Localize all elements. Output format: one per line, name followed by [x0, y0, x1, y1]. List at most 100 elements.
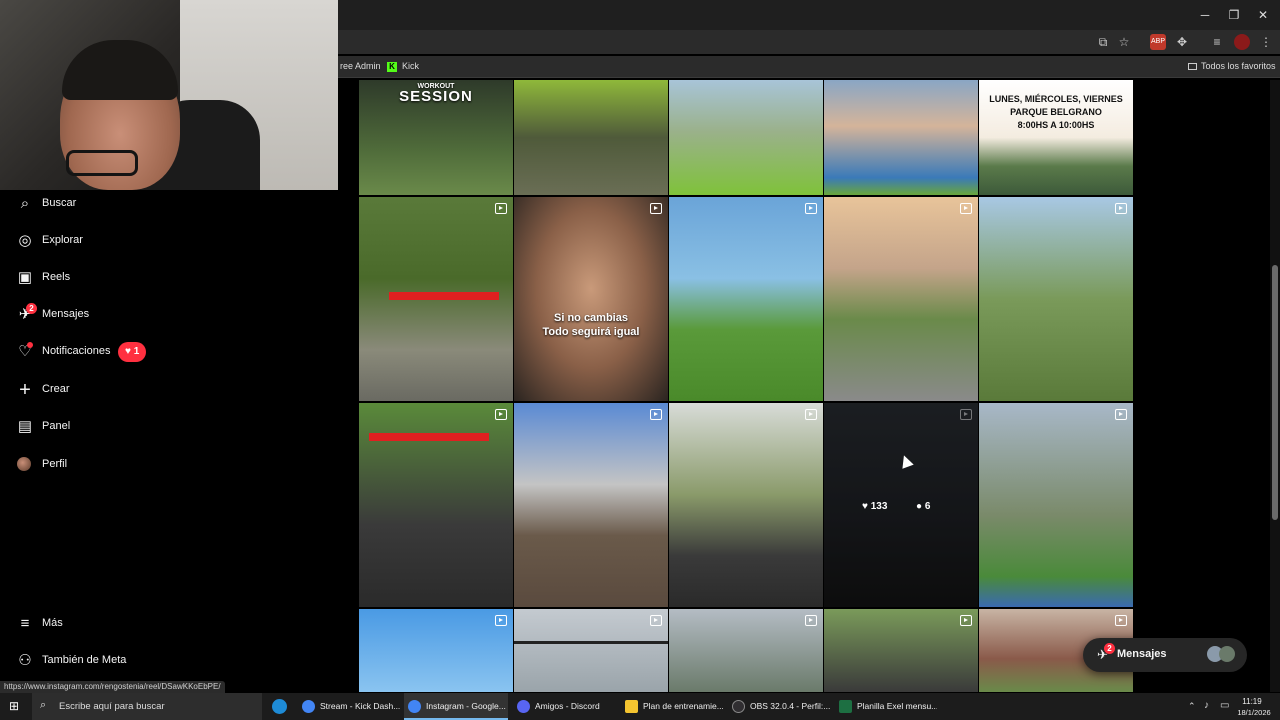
sidebar-item-label: Explorar: [42, 234, 83, 246]
sidebar-item-buscar[interactable]: ⌕ Buscar: [0, 191, 200, 219]
extensions-puzzle-icon[interactable]: ✥: [1174, 34, 1190, 50]
post-tile[interactable]: Si no cambias Todo seguirá igual: [514, 197, 668, 401]
floating-messages-label: Mensajes: [1117, 648, 1167, 660]
bookmark-kick[interactable]: K Kick: [387, 61, 419, 72]
post-tile[interactable]: [514, 80, 668, 195]
reel-icon: [650, 203, 662, 214]
taskbar-item-label: OBS 32.0.4 - Perfil:...: [750, 701, 830, 711]
sidebar-item-label: Perfil: [42, 458, 68, 470]
profile-post-grid: WORKOUT SESSION LUNES, MIÉRCOLES, VIERNE…: [338, 80, 1280, 692]
extension-abp-icon[interactable]: ABP: [1150, 34, 1166, 50]
post-tile[interactable]: [669, 197, 823, 401]
reel-icon: [805, 203, 817, 214]
chevron-up-icon[interactable]: ⌃: [1188, 701, 1196, 712]
tile-caption-line: LUNES, MIÉRCOLES, VIERNES: [989, 94, 1123, 104]
likes-value: 133: [870, 501, 888, 512]
media-controls-icon[interactable]: ≡: [1209, 34, 1225, 50]
post-tile-hovered[interactable]: ♥ 133 ● 6: [824, 403, 978, 607]
taskbar-item-label: Plan de entrenamie...: [643, 701, 723, 711]
sidebar-item-label: Reels: [42, 271, 71, 283]
search-icon: ⌕: [40, 699, 47, 711]
post-tile[interactable]: [979, 197, 1133, 401]
post-tile[interactable]: [359, 197, 513, 401]
excel-icon: [839, 700, 852, 713]
meta-apps-icon: ⚇: [18, 652, 32, 669]
sidebar-item-notificaciones[interactable]: ♡ Notificaciones ♥ 1: [0, 339, 200, 367]
compass-icon: ◎: [18, 232, 32, 249]
taskbar-search[interactable]: ⌕ Escribe aquí para buscar: [32, 693, 262, 720]
all-bookmarks[interactable]: Todos los favoritos: [1188, 61, 1276, 71]
sidebar-item-mas[interactable]: ≡ Más: [0, 611, 200, 639]
minimize-button[interactable]: ─: [1196, 6, 1214, 24]
taskbar-time[interactable]: 11:19: [1236, 697, 1268, 706]
tile-caption-line: PARQUE BELGRANO: [1010, 107, 1102, 117]
tile-caption-line: 8:00HS A 10:00HS: [1017, 120, 1095, 130]
notification-dot: [27, 342, 33, 348]
reel-icon: [960, 203, 972, 214]
taskbar-date[interactable]: 18/1/2026: [1234, 708, 1274, 717]
post-tile[interactable]: [824, 197, 978, 401]
post-tile[interactable]: WORKOUT SESSION: [359, 80, 513, 195]
taskbar-item-kick[interactable]: Stream - Kick Dash...: [298, 693, 400, 720]
folder-icon: [625, 700, 638, 713]
post-tile[interactable]: [359, 403, 513, 607]
taskbar-item-discord[interactable]: Amigos - Discord: [513, 693, 617, 720]
sidebar-item-label: Mensajes: [42, 308, 90, 320]
install-app-icon[interactable]: ⧉: [1095, 34, 1111, 50]
post-tile[interactable]: [514, 609, 668, 692]
post-tile[interactable]: [824, 80, 978, 195]
comments-value: 6: [924, 501, 931, 512]
bookmark-star-icon[interactable]: ☆: [1116, 34, 1132, 50]
post-tile[interactable]: [669, 80, 823, 195]
maximize-button[interactable]: ❐: [1225, 6, 1243, 24]
tile-bar: [369, 433, 489, 441]
search-icon: ⌕: [20, 195, 30, 212]
kick-icon: K: [387, 61, 397, 72]
post-tile[interactable]: [514, 403, 668, 607]
post-tile[interactable]: [669, 403, 823, 607]
post-tile[interactable]: [824, 609, 978, 692]
status-url: https://www.instagram.com/rengostenia/re…: [0, 681, 225, 693]
volume-icon[interactable]: ♪: [1204, 700, 1209, 711]
sidebar-item-reels[interactable]: ▣ Reels: [0, 265, 200, 293]
network-icon[interactable]: ▭: [1220, 700, 1229, 711]
sidebar-item-perfil[interactable]: Perfil: [0, 452, 200, 480]
heart-icon: ♥: [125, 346, 134, 357]
sidebar-item-crear[interactable]: + Crear: [0, 377, 200, 405]
bookmark-admin[interactable]: ree Admin: [340, 61, 381, 71]
sidebar-item-meta[interactable]: ⚇ También de Meta: [0, 648, 200, 676]
discord-icon: [517, 700, 530, 713]
sidebar-item-mensajes[interactable]: ✈ 2 Mensajes: [0, 302, 200, 330]
windows-start-icon[interactable]: ⊞: [9, 700, 22, 713]
scrollbar-thumb[interactable]: [1272, 265, 1278, 520]
taskbar-item-plan[interactable]: Plan de entrenamie...: [621, 693, 723, 720]
tile-bar: [514, 641, 668, 644]
page-scrollbar[interactable]: [1270, 80, 1280, 692]
reel-icon: [960, 409, 972, 420]
post-tile[interactable]: LUNES, MIÉRCOLES, VIERNES PARQUE BELGRAN…: [979, 80, 1133, 195]
sidebar-item-label: Crear: [42, 383, 70, 395]
hover-overlay: [824, 403, 978, 607]
close-button[interactable]: ✕: [1254, 6, 1272, 24]
taskbar-item-obs[interactable]: OBS 32.0.4 - Perfil:...: [728, 693, 830, 720]
post-tile[interactable]: [669, 609, 823, 692]
kebab-menu-icon[interactable]: ⋮: [1258, 34, 1274, 50]
taskbar-item-excel[interactable]: Planilla Exel mensu...: [835, 693, 937, 720]
post-tile[interactable]: [979, 403, 1133, 607]
webcam-hair: [62, 40, 178, 100]
sidebar-item-explorar[interactable]: ◎ Explorar: [0, 228, 200, 256]
profile-avatar-icon[interactable]: [1234, 34, 1250, 50]
sidebar-item-panel[interactable]: ▤ Panel: [0, 414, 200, 442]
taskbar-item-instagram[interactable]: Instagram - Google...: [404, 693, 508, 720]
instagram-sidebar: ⌕ Buscar ◎ Explorar ▣ Reels ✈ 2 Mensajes…: [0, 190, 338, 680]
post-tile[interactable]: [359, 609, 513, 692]
edge-icon[interactable]: [272, 699, 287, 714]
heart-icon: ♥: [862, 501, 871, 512]
hamburger-icon: ≡: [20, 615, 30, 632]
folder-icon: [1188, 63, 1197, 71]
bookmark-kick-label: Kick: [402, 61, 420, 71]
reels-icon: ▣: [17, 269, 33, 286]
notifications-count: 1: [133, 346, 140, 357]
plus-icon: +: [19, 379, 31, 401]
floating-messages-button[interactable]: ✈ 2 Mensajes: [1083, 638, 1247, 672]
